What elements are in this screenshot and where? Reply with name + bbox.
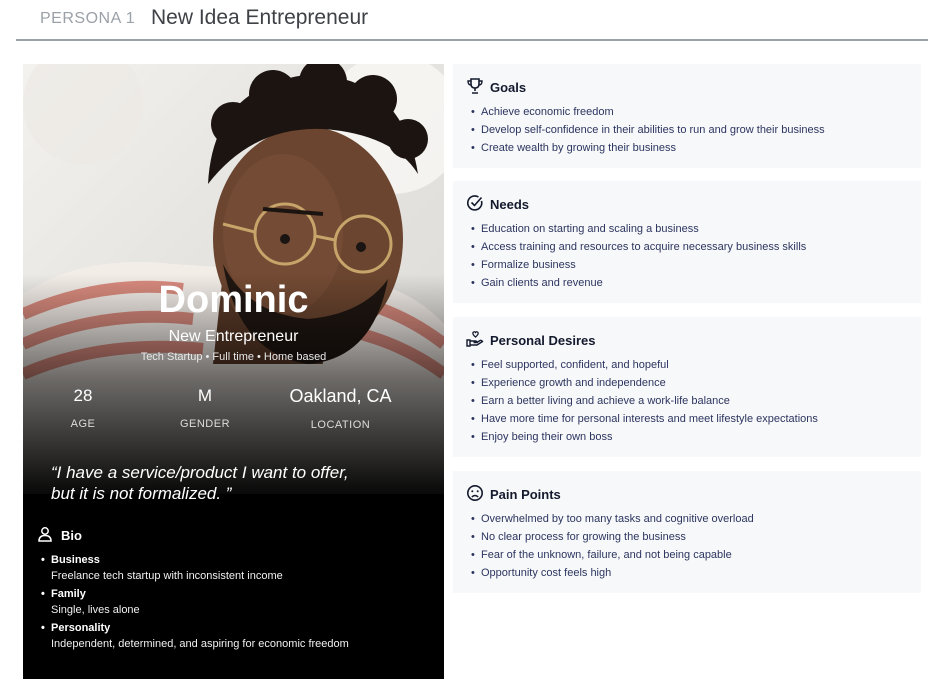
needs-heading: Needs [466, 194, 529, 215]
pain-points-panel: Pain Points Overwhelmed by too many task… [453, 471, 921, 593]
bio-heading: Bio [37, 526, 82, 545]
stat-gender-label: GENDER [179, 418, 231, 430]
desires-item: Feel supported, confident, and hopeful [471, 356, 818, 374]
pain-title: Pain Points [490, 487, 561, 502]
desires-list: Feel supported, confident, and hopeful E… [471, 356, 818, 446]
persona-role: New Entrepreneur [168, 328, 299, 345]
pain-item: No clear process for growing the busines… [471, 528, 754, 546]
stat-age: 28 AGE [53, 386, 113, 430]
goals-title: Goals [490, 80, 527, 95]
needs-title: Needs [490, 197, 530, 212]
persona-meta: Tech Startup • Full time • Home based [140, 351, 327, 363]
stat-age-value: 28 [73, 386, 93, 405]
needs-item: Education on starting and scaling a busi… [471, 220, 806, 238]
hand-heart-icon [466, 330, 484, 351]
bio-item-personality: Personality Independent, determined, and… [41, 622, 431, 650]
stat-gender: M GENDER [169, 386, 241, 430]
goals-item: Create wealth by growing their business [471, 139, 825, 157]
desires-title: Personal Desires [490, 333, 596, 348]
stat-gender-value: M [197, 386, 213, 405]
user-icon [37, 526, 53, 545]
persona-quote: “I have a service/product I want to offe… [51, 462, 431, 504]
bio-item-family: Family Single, lives alone [41, 588, 431, 616]
persona-name: Dominic [158, 279, 309, 321]
pain-item: Opportunity cost feels high [471, 564, 754, 582]
bio-item-heading: Business [41, 554, 431, 566]
quote-line-2: but it is not formalized. ” [51, 484, 232, 503]
goals-item: Achieve economic freedom [471, 103, 825, 121]
page-title: New Idea Entrepreneur [151, 6, 369, 29]
desires-heading: Personal Desires [466, 330, 596, 351]
persona-label: PERSONA 1 [40, 10, 136, 27]
needs-item: Gain clients and revenue [471, 274, 806, 292]
sad-face-icon [466, 484, 484, 505]
needs-item: Formalize business [471, 256, 806, 274]
personal-desires-panel: Personal Desires Feel supported, confide… [453, 317, 921, 457]
desires-item: Enjoy being their own boss [471, 428, 818, 446]
bio-item-value: Independent, determined, and aspiring fo… [51, 638, 349, 650]
stat-location: Oakland, CA LOCATION [278, 386, 403, 431]
goals-heading: Goals [466, 77, 526, 98]
bio-item-value: Single, lives alone [51, 604, 140, 616]
pain-list: Overwhelmed by too many tasks and cognit… [471, 510, 754, 582]
stat-age-label: AGE [70, 418, 96, 430]
desires-item: Experience growth and independence [471, 374, 818, 392]
pain-item: Fear of the unknown, failure, and not be… [471, 546, 754, 564]
goals-panel: Goals Achieve economic freedom Develop s… [453, 64, 921, 168]
bio-list: Business Freelance tech startup with inc… [41, 554, 431, 656]
goals-list: Achieve economic freedom Develop self-co… [471, 103, 825, 157]
persona-card: Dominic New Entrepreneur Tech Startup • … [23, 64, 444, 679]
goals-item: Develop self-confidence in their abiliti… [471, 121, 825, 139]
bio-item-value: Freelance tech startup with inconsistent… [51, 570, 283, 582]
bio-title: Bio [61, 528, 82, 543]
page-header: PERSONA 1 New Idea Entrepreneur [16, 0, 928, 41]
needs-item: Access training and resources to acquire… [471, 238, 806, 256]
bio-item-heading: Personality [41, 622, 431, 634]
stat-location-value: Oakland, CA [289, 386, 392, 406]
needs-panel: Needs Education on starting and scaling … [453, 181, 921, 303]
desires-item: Have more time for personal interests an… [471, 410, 818, 428]
pain-item: Overwhelmed by too many tasks and cognit… [471, 510, 754, 528]
desires-item: Earn a better living and achieve a work-… [471, 392, 818, 410]
bio-item-heading: Family [41, 588, 431, 600]
stat-location-label: LOCATION [310, 419, 371, 431]
needs-list: Education on starting and scaling a busi… [471, 220, 806, 292]
trophy-icon [466, 77, 484, 98]
pain-heading: Pain Points [466, 484, 561, 505]
quote-line-1: “I have a service/product I want to offe… [51, 463, 349, 482]
bio-item-business: Business Freelance tech startup with inc… [41, 554, 431, 582]
check-circle-icon [466, 194, 484, 215]
